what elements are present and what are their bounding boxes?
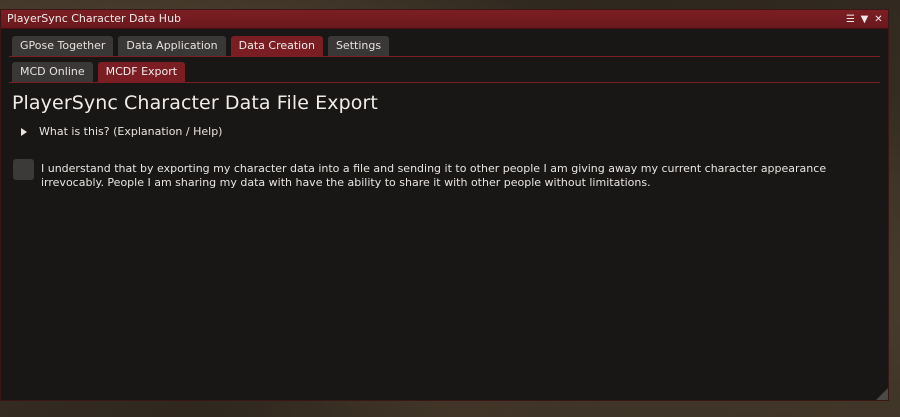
consent-checkbox[interactable] xyxy=(13,159,34,180)
main-tab-bar: GPose Together Data Application Data Cre… xyxy=(12,36,390,56)
tab-data-application[interactable]: Data Application xyxy=(118,36,226,56)
subtab-mcdf-export[interactable]: MCDF Export xyxy=(97,62,186,82)
title-bar[interactable]: PlayerSync Character Data Hub ☰ ▼ ✕ xyxy=(1,10,888,29)
tab-data-creation[interactable]: Data Creation xyxy=(230,36,323,56)
consent-label: I understand that by exporting my charac… xyxy=(41,162,827,189)
window-title: PlayerSync Character Data Hub xyxy=(7,12,182,25)
hub-window: PlayerSync Character Data Hub ☰ ▼ ✕ GPos… xyxy=(0,9,889,401)
close-icon[interactable]: ✕ xyxy=(873,14,884,25)
menu-icon[interactable]: ☰ xyxy=(845,14,856,25)
collapse-icon[interactable]: ▼ xyxy=(859,14,870,25)
resize-grip[interactable] xyxy=(876,388,888,400)
sub-tab-bar: MCD Online MCDF Export xyxy=(12,62,186,82)
tab-gpose-together[interactable]: GPose Together xyxy=(12,36,114,56)
tab-settings[interactable]: Settings xyxy=(327,36,390,56)
help-tree-node[interactable]: What is this? (Explanation / Help) xyxy=(21,125,222,138)
help-tree-label: What is this? (Explanation / Help) xyxy=(39,125,223,138)
subtab-bar-divider xyxy=(9,82,880,83)
subtab-mcd-online[interactable]: MCD Online xyxy=(12,62,93,82)
window-controls: ☰ ▼ ✕ xyxy=(845,10,884,28)
triangle-right-icon xyxy=(21,127,27,136)
tab-bar-divider xyxy=(9,56,880,57)
page-title: PlayerSync Character Data File Export xyxy=(12,92,378,114)
